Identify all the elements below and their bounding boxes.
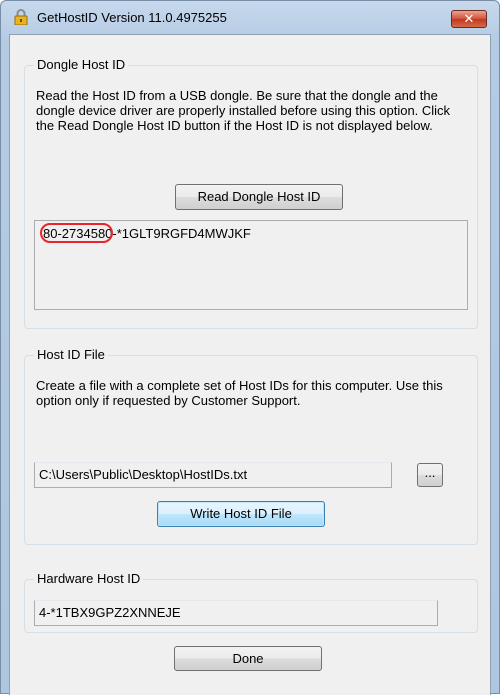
host-id-file-group-label: Host ID File xyxy=(34,347,108,363)
hardware-host-id-field[interactable]: 4-*1TBX9GPZ2XNNEJE xyxy=(34,600,438,626)
hardware-host-id-group: Hardware Host ID 4-*1TBX9GPZ2XNNEJE xyxy=(24,571,478,633)
write-host-id-file-button[interactable]: Write Host ID File xyxy=(157,501,325,527)
dialog-body: Dongle Host ID Read the Host ID from a U… xyxy=(9,34,491,695)
browse-button[interactable]: ... xyxy=(417,463,443,487)
window-title: GetHostID Version 11.0.4975255 xyxy=(37,10,227,25)
read-dongle-host-id-button[interactable]: Read Dongle Host ID xyxy=(175,184,343,210)
app-window: GetHostID Version 11.0.4975255 ✕ Dongle … xyxy=(0,0,500,695)
host-id-file-description: Create a file with a complete set of Hos… xyxy=(36,378,443,408)
highlight-circle xyxy=(40,223,113,243)
done-button[interactable]: Done xyxy=(174,646,322,671)
host-id-file-path-input[interactable]: C:\Users\Public\Desktop\HostIDs.txt xyxy=(34,462,392,488)
title-bar[interactable]: GetHostID Version 11.0.4975255 ✕ xyxy=(1,1,499,34)
close-icon: ✕ xyxy=(463,11,475,26)
lock-icon xyxy=(14,9,28,25)
dongle-host-id-value: 80-27345 80-*1GLT9RGFD4MWJKF xyxy=(40,223,251,243)
dongle-description: Read the Host ID from a USB dongle. Be s… xyxy=(36,88,451,133)
dongle-host-id-field[interactable]: 80-27345 80-*1GLT9RGFD4MWJKF xyxy=(34,220,468,310)
dongle-id-part2: 80-*1GLT9RGFD4MWJKF xyxy=(97,226,251,241)
dongle-host-id-group: Dongle Host ID Read the Host ID from a U… xyxy=(24,57,478,329)
close-button[interactable]: ✕ xyxy=(451,10,487,28)
hardware-group-label: Hardware Host ID xyxy=(34,571,144,587)
dongle-group-label: Dongle Host ID xyxy=(34,57,129,73)
host-id-file-group: Host ID File Create a file with a comple… xyxy=(24,347,478,545)
